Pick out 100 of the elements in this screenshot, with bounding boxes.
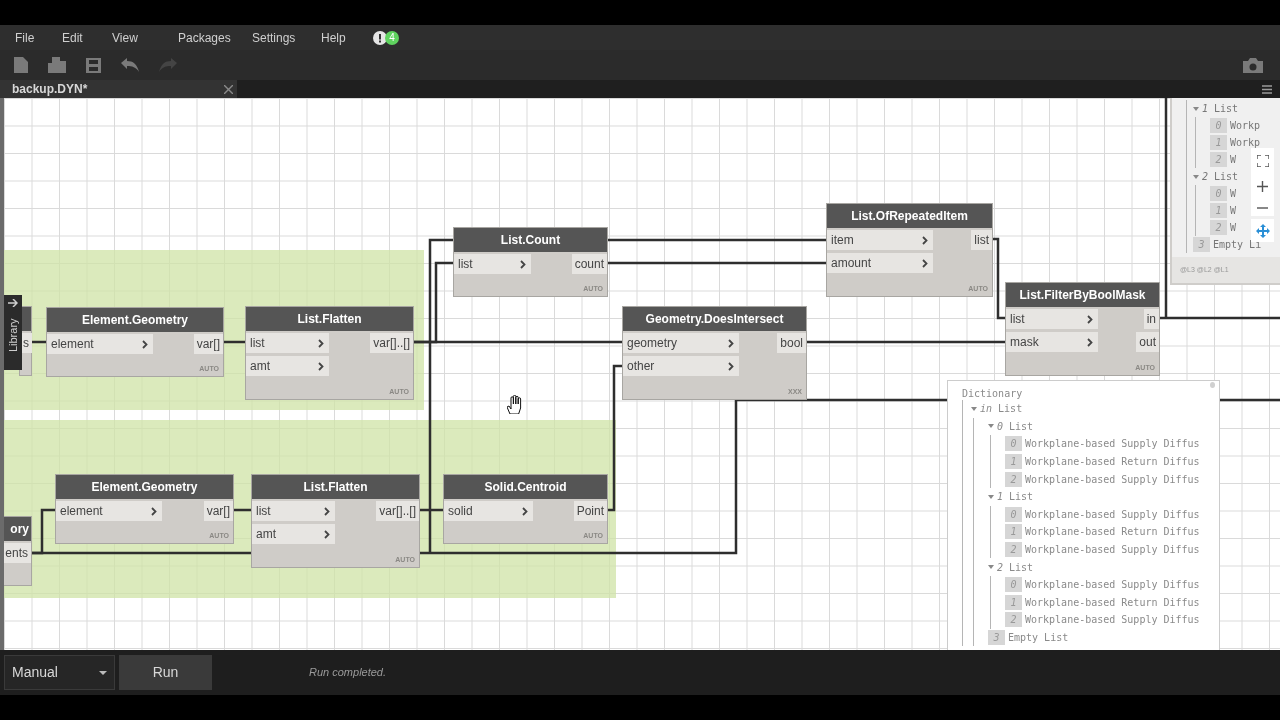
list-index: 2 <box>1005 471 1022 487</box>
pan-icon <box>1255 223 1270 238</box>
caret-icon[interactable] <box>988 423 994 430</box>
list-index: 0 <box>1005 506 1022 522</box>
menu-item[interactable]: Help <box>321 28 373 47</box>
chevron-icon <box>520 259 526 269</box>
output-port[interactable]: list <box>971 230 992 250</box>
input-port[interactable]: item <box>827 230 933 250</box>
tab-title: backup.DYN* <box>12 81 88 98</box>
menu-item[interactable]: View <box>112 28 178 47</box>
list-item-text: Workplane-based Supply Diffus <box>1025 507 1200 522</box>
menu-icon[interactable] <box>1262 85 1272 94</box>
port-label: amt <box>250 358 270 375</box>
list-index: 1 <box>1005 524 1022 540</box>
alert-icon[interactable] <box>373 30 387 45</box>
input-port[interactable]: element <box>56 501 162 521</box>
undo-icon[interactable] <box>121 58 139 72</box>
port-label: solid <box>448 503 473 520</box>
fit-view-icon[interactable] <box>1256 155 1269 168</box>
list-item-text: Workp <box>1230 136 1261 150</box>
caret-icon[interactable] <box>971 405 977 412</box>
node[interactable]: ory ents <box>4 516 32 586</box>
list-index: 1 <box>1210 135 1227 150</box>
new-file-icon[interactable] <box>14 57 28 73</box>
input-port[interactable]: list <box>252 501 335 521</box>
caret-icon[interactable] <box>988 564 994 571</box>
list-item-text: Empty Li <box>1213 238 1262 252</box>
input-port[interactable]: other <box>623 356 739 376</box>
input-port[interactable]: solid <box>444 501 533 521</box>
output-port[interactable]: var[] <box>203 501 233 521</box>
chevron-icon <box>728 338 734 348</box>
zoom-in-icon[interactable] <box>1257 181 1268 193</box>
hand-cursor-icon <box>507 395 523 414</box>
list-item-text: Workplane-based Return Diffus <box>1025 595 1200 610</box>
graph-canvas[interactable] <box>0 98 1280 650</box>
node-title: List.Flatten <box>246 307 413 331</box>
list-item-text: Workplane-based Supply Diffus <box>1025 543 1200 558</box>
node-title: ory <box>4 517 31 541</box>
input-port[interactable]: element <box>47 334 153 354</box>
input-port[interactable]: mask <box>1006 332 1098 352</box>
list-index: 2 <box>1210 152 1227 167</box>
list-item-text: Workplane-based Return Diffus <box>1025 525 1200 540</box>
caret-icon[interactable] <box>1193 173 1199 180</box>
list-item-text: Workplane-based Supply Diffus <box>1025 472 1200 487</box>
output-port[interactable]: in <box>1143 309 1159 329</box>
library-label: Library <box>6 317 19 354</box>
input-port[interactable]: amount <box>827 253 933 273</box>
node-title: List.Count <box>454 228 607 252</box>
library-tab[interactable]: Library <box>4 295 22 370</box>
menu-item[interactable]: Edit <box>62 28 112 47</box>
input-port[interactable]: list <box>246 333 329 353</box>
input-port[interactable]: list <box>454 254 531 274</box>
port-label: list <box>250 335 265 352</box>
save-icon[interactable] <box>86 57 101 73</box>
output-port[interactable]: Point <box>573 501 607 521</box>
node-title: Solid.Centroid <box>444 475 607 499</box>
port-label: list <box>1010 311 1025 328</box>
input-port[interactable]: amt <box>252 524 335 544</box>
output-port[interactable]: var[] <box>193 334 223 354</box>
chevron-icon <box>1087 314 1093 324</box>
chevron-icon <box>318 338 324 348</box>
output-port[interactable]: ents <box>4 543 31 563</box>
output-port[interactable]: bool <box>777 333 806 353</box>
input-port[interactable]: amt <box>246 356 329 376</box>
list-label: 2 List <box>997 560 1034 575</box>
chevron-icon <box>318 361 324 371</box>
caret-icon[interactable] <box>988 493 994 500</box>
list-label: 2 List <box>1202 170 1239 184</box>
run-mode-dropdown[interactable]: Manual <box>4 655 115 690</box>
list-index: 1 <box>1005 594 1022 610</box>
run-button[interactable]: Run <box>119 655 212 690</box>
pan-button[interactable] <box>1251 219 1274 242</box>
output-port[interactable]: count <box>571 254 607 274</box>
camera-icon[interactable] <box>1243 58 1263 73</box>
menu-item[interactable]: Settings <box>252 28 321 47</box>
connector-wire <box>1220 398 1280 402</box>
list-item-text: W <box>1230 153 1237 167</box>
node-title: List.OfRepeatedItem <box>827 204 992 228</box>
list-item-text: Workplane-based Return Diffus <box>1025 455 1200 470</box>
chevron-icon <box>728 361 734 371</box>
list-item-text: Empty List <box>1008 631 1069 645</box>
close-icon[interactable] <box>224 84 233 94</box>
open-folder-icon[interactable] <box>48 57 66 73</box>
port-label: list <box>458 256 473 273</box>
port-label: list <box>256 503 271 520</box>
zoom-out-icon[interactable] <box>1257 206 1268 209</box>
input-port[interactable]: list <box>1006 309 1098 329</box>
port-label: element <box>60 503 103 520</box>
file-tab[interactable]: backup.DYN* <box>0 80 237 98</box>
chevron-icon <box>142 339 148 349</box>
chevron-icon <box>922 258 928 268</box>
menu-item[interactable]: File <box>15 28 62 47</box>
output-port[interactable]: out <box>1136 332 1159 352</box>
list-index: 0 <box>1005 436 1022 452</box>
menu-item[interactable]: Packages <box>178 28 252 47</box>
caret-icon[interactable] <box>1193 105 1199 112</box>
output-port[interactable]: var[]..[] <box>370 333 413 353</box>
node-title: Geometry.DoesIntersect <box>623 307 806 331</box>
input-port[interactable]: geometry <box>623 333 739 353</box>
output-port[interactable]: var[]..[] <box>376 501 419 521</box>
